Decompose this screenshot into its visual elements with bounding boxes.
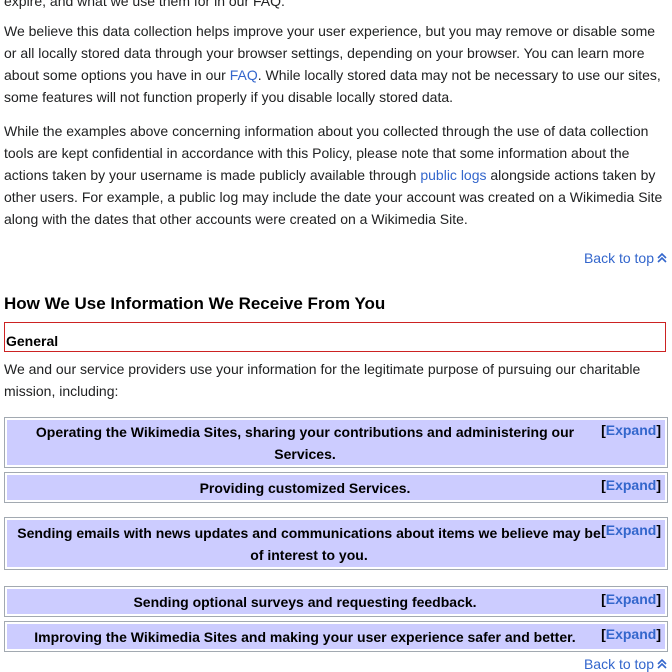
expand-toggle: [Expand] [601, 626, 661, 642]
back-to-top-label: Back to top [583, 250, 654, 266]
faq-link[interactable]: FAQ [230, 67, 258, 83]
collapsible-improving: Improving the Wikimedia Sites and making… [4, 621, 668, 652]
subsection-heading: General [6, 333, 59, 349]
collapsible-header: Providing customized Services. [Expand] [7, 475, 665, 500]
collapsible-header: Operating the Wikimedia Sites, sharing y… [7, 420, 665, 465]
expand-toggle: [Expand] [601, 522, 661, 538]
back-to-top-link[interactable]: Back to top [584, 250, 668, 266]
collapsible-title: Improving the Wikimedia Sites and making… [34, 628, 576, 645]
public-logs-link[interactable]: public logs [420, 167, 486, 183]
collapsible-title: Sending emails with news updates and com… [17, 524, 601, 563]
expand-button[interactable]: Expand [606, 626, 657, 642]
expand-button[interactable]: Expand [606, 422, 657, 438]
expand-button[interactable]: Expand [606, 477, 657, 493]
general-heading-box: General [4, 322, 666, 352]
paragraph-public-logs: While the examples above concerning info… [4, 120, 668, 230]
collapsible-surveys: Sending optional surveys and requesting … [4, 586, 668, 617]
collapsible-header: Sending emails with news updates and com… [7, 520, 665, 567]
collapsible-title: Operating the Wikimedia Sites, sharing y… [35, 423, 575, 462]
collapsible-header: Improving the Wikimedia Sites and making… [7, 624, 665, 649]
double-chevron-up-icon [657, 658, 667, 669]
page-content: expire, and what we use them for in our … [0, 0, 672, 230]
paragraph-local-storage: We believe this data collection helps im… [4, 20, 668, 108]
back-to-top-link-bottom[interactable]: Back to top [584, 656, 668, 672]
collapsible-emails: Sending emails with news updates and com… [4, 517, 668, 570]
back-to-top-label: Back to top [583, 656, 654, 672]
intro-paragraph: We and our service providers use your in… [4, 361, 641, 399]
collapsible-header: Sending optional surveys and requesting … [7, 589, 665, 614]
double-chevron-up-icon [657, 252, 667, 263]
collapsible-title: Providing customized Services. [199, 479, 411, 496]
section-heading: How We Use Information We Receive From Y… [4, 294, 386, 313]
expand-toggle: [Expand] [601, 422, 661, 438]
expand-toggle: [Expand] [601, 477, 661, 493]
collapsible-customized: Providing customized Services. [Expand] [4, 472, 668, 503]
expand-button[interactable]: Expand [606, 522, 657, 538]
expand-button[interactable]: Expand [606, 591, 657, 607]
collapsible-operating: Operating the Wikimedia Sites, sharing y… [4, 417, 668, 468]
fragment-text: expire, and what we use them for in our … [4, 0, 285, 9]
previous-paragraph-fragment: expire, and what we use them for in our … [4, 0, 672, 10]
expand-toggle: [Expand] [601, 591, 661, 607]
collapsible-title: Sending optional surveys and requesting … [133, 593, 477, 610]
